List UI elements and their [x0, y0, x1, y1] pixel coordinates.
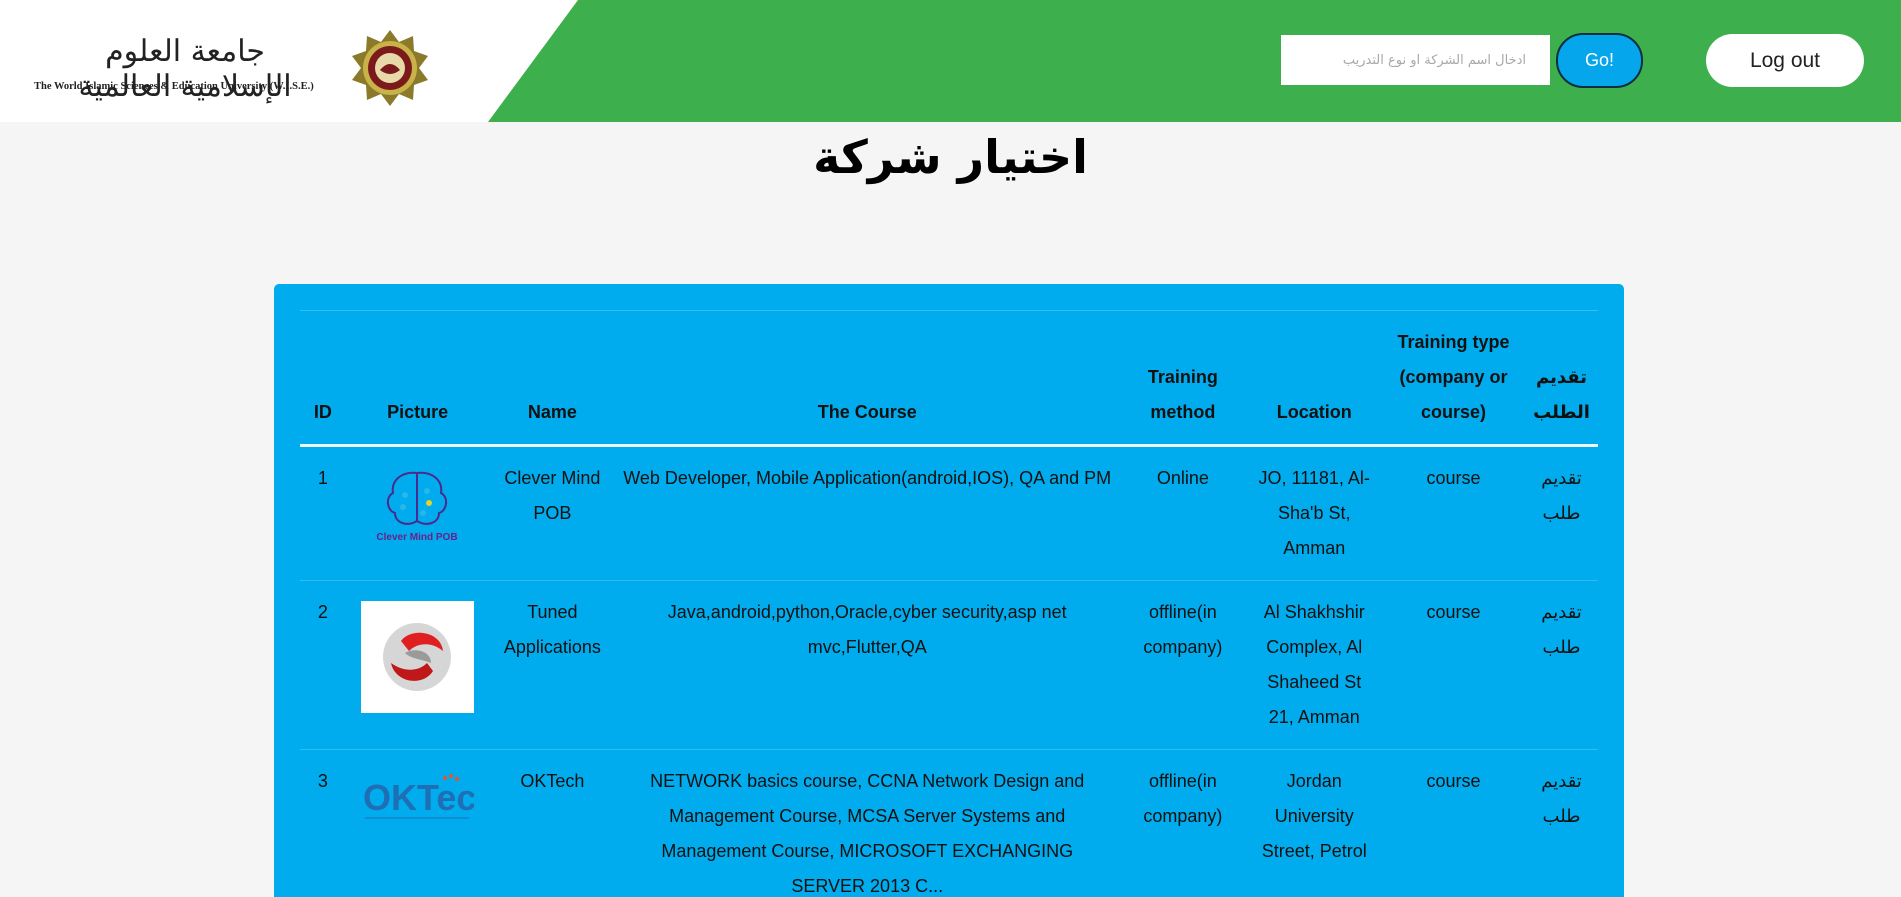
tuned-applications-logo [361, 601, 475, 713]
table-row: 2 Tuned Applications Java,android,python… [300, 580, 1598, 750]
oktech-logo: OKTech [363, 774, 474, 819]
apply-link[interactable]: تقديم طلب [1525, 580, 1598, 750]
cell-course: Web Developer, Mobile Application(androi… [615, 445, 1120, 581]
top-header: جامعة العلوم الإسلامية العالمية The Worl… [0, 0, 1901, 122]
cell-course: NETWORK basics course, CCNA Network Desi… [615, 749, 1120, 897]
clever-mind-logo: Clever Mind POB [377, 471, 458, 543]
header-id: ID [300, 310, 346, 447]
companies-table: ID Picture Name The Course Training meth… [300, 310, 1598, 897]
university-logo[interactable]: جامعة العلوم الإسلامية العالمية The Worl… [0, 0, 578, 122]
cell-picture: OKTech [345, 749, 490, 897]
cell-id: 3 [300, 749, 346, 897]
cell-id: 1 [300, 445, 346, 581]
table-header-row: ID Picture Name The Course Training meth… [300, 310, 1598, 447]
clever-mind-logo-text: Clever Mind POB [377, 532, 458, 543]
header-training-type: Training type (company or course) [1381, 310, 1526, 447]
cell-method: offline(in company) [1119, 749, 1247, 897]
search-input[interactable] [1281, 35, 1550, 85]
university-seal-icon [352, 30, 428, 106]
cell-location: JO, 11181, Al-Sha'b St, Amman [1246, 445, 1382, 581]
page-title: اختيار شركة [813, 130, 1088, 184]
apply-link[interactable]: تقديم طلب [1525, 445, 1598, 581]
cell-picture [345, 580, 490, 750]
cell-name: Clever Mind POB [489, 445, 616, 581]
header-apply: تقديم الطلب [1525, 310, 1598, 447]
cell-course: Java,android,python,Oracle,cyber securit… [615, 580, 1120, 750]
cell-picture: Clever Mind POB [345, 445, 490, 581]
cell-method: offline(in company) [1119, 580, 1247, 750]
cell-type: course [1381, 580, 1526, 750]
go-button[interactable]: Go! [1556, 33, 1643, 88]
cell-id: 2 [300, 580, 346, 750]
header-location: Location [1246, 310, 1382, 447]
header-picture: Picture [345, 310, 490, 447]
logo-english-text: The World Islamic Sciences & Education U… [34, 81, 314, 92]
cell-method: Online [1119, 445, 1247, 581]
apply-link[interactable]: تقديم طلب [1525, 749, 1598, 897]
cell-name: OKTech [489, 749, 616, 897]
companies-panel: ID Picture Name The Course Training meth… [274, 284, 1624, 897]
table-row: 1 Clever Mind POB Clever Mind POB Web De… [300, 445, 1598, 581]
logo-arabic-text: جامعة العلوم الإسلامية العالمية [78, 34, 292, 104]
cell-location: Jordan University Street, Petrol [1246, 749, 1382, 897]
cell-type: course [1381, 445, 1526, 581]
logout-button[interactable]: Log out [1706, 34, 1864, 87]
cell-location: Al Shakhshir Complex, Al Shaheed St 21, … [1246, 580, 1382, 750]
cell-type: course [1381, 749, 1526, 897]
oktech-logo-text: OKTech [363, 777, 474, 818]
table-row: 3 OKTech OKTech NETWORK basics course, C… [300, 749, 1598, 897]
header-name: Name [489, 310, 616, 447]
cell-name: Tuned Applications [489, 580, 616, 750]
header-training-method: Training method [1119, 310, 1247, 447]
header-course: The Course [615, 310, 1120, 447]
